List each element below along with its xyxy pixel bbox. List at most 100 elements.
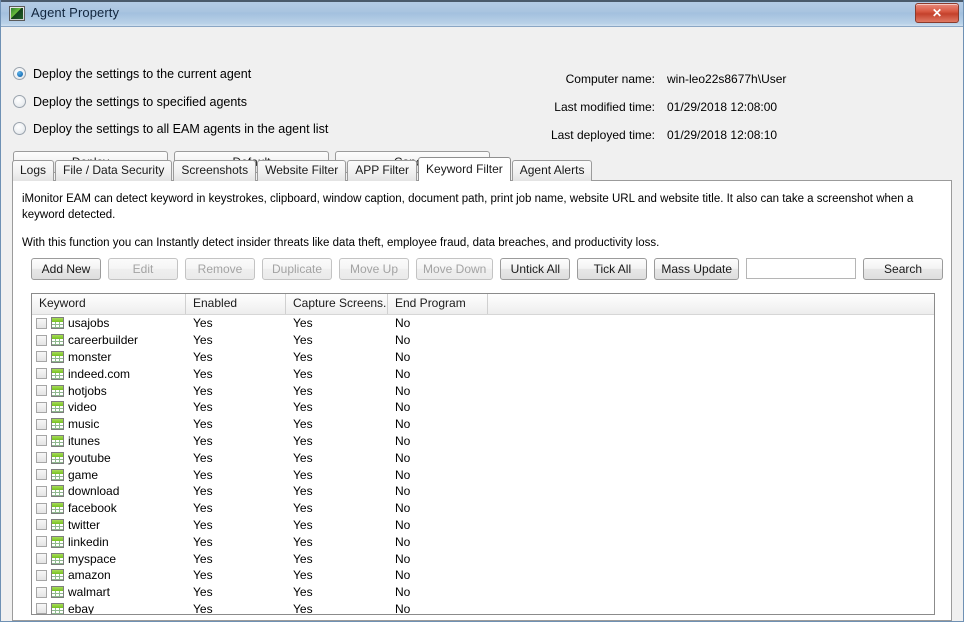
table-row[interactable]: indeed.com Yes Yes No bbox=[32, 365, 934, 382]
table-row[interactable]: download Yes Yes No bbox=[32, 483, 934, 500]
tab-agent-alerts[interactable]: Agent Alerts bbox=[511, 160, 593, 181]
tab-file-data-security[interactable]: File / Data Security bbox=[55, 160, 173, 181]
table-row[interactable]: twitter Yes Yes No bbox=[32, 517, 934, 534]
deploy-option-all-agents[interactable]: Deploy the settings to all EAM agents in… bbox=[13, 122, 328, 140]
radio-icon-all-agents[interactable] bbox=[13, 122, 26, 135]
cell-keyword: video bbox=[68, 400, 97, 415]
radio-icon-specified-agents[interactable] bbox=[13, 95, 26, 108]
remove-button: Remove bbox=[185, 258, 255, 280]
cell-end-program: No bbox=[395, 349, 411, 364]
radio-icon-current-agent[interactable] bbox=[13, 67, 26, 80]
row-checkbox[interactable] bbox=[36, 385, 47, 397]
keyword-icon bbox=[51, 334, 64, 347]
row-checkbox[interactable] bbox=[36, 553, 47, 565]
tab-keyword-filter[interactable]: Keyword Filter bbox=[418, 157, 511, 181]
row-checkbox[interactable] bbox=[36, 351, 47, 363]
table-row[interactable]: careerbuilder Yes Yes No bbox=[32, 332, 934, 349]
window-title: Agent Property bbox=[31, 5, 120, 20]
cell-capture: Yes bbox=[293, 551, 313, 566]
keyword-icon bbox=[51, 602, 64, 614]
move-up-button: Move Up bbox=[339, 258, 409, 280]
grid-header-row: Keyword Enabled Capture Screens... End P… bbox=[32, 294, 934, 315]
cell-keyword: usajobs bbox=[68, 316, 110, 331]
tab-website-filter[interactable]: Website Filter bbox=[257, 160, 347, 181]
cell-end-program: No bbox=[395, 467, 411, 482]
tab-logs[interactable]: Logs bbox=[12, 160, 55, 181]
tab-app-filter[interactable]: APP Filter bbox=[347, 160, 418, 181]
search-button[interactable]: Search bbox=[863, 258, 944, 280]
cell-end-program: No bbox=[395, 316, 411, 331]
title-bar: Agent Property ✕ bbox=[1, 0, 963, 27]
cell-end-program: No bbox=[395, 484, 411, 499]
row-checkbox[interactable] bbox=[36, 435, 47, 447]
row-checkbox[interactable] bbox=[36, 317, 47, 329]
table-row[interactable]: linkedin Yes Yes No bbox=[32, 533, 934, 550]
info-row-computer-name: Computer name: win-leo22s8677h\User bbox=[543, 65, 963, 93]
tab-screenshots[interactable]: Screenshots bbox=[173, 160, 257, 181]
cell-capture: Yes bbox=[293, 450, 313, 465]
row-checkbox[interactable] bbox=[36, 401, 47, 413]
row-checkbox[interactable] bbox=[36, 603, 47, 614]
table-row[interactable]: game Yes Yes No bbox=[32, 466, 934, 483]
table-row[interactable]: monster Yes Yes No bbox=[32, 349, 934, 366]
row-checkbox[interactable] bbox=[36, 334, 47, 346]
cell-end-program: No bbox=[395, 333, 411, 348]
description-paragraph-2: With this function you can Instantly det… bbox=[22, 237, 660, 249]
tick-all-button[interactable]: Tick All bbox=[577, 258, 648, 280]
cell-capture: Yes bbox=[293, 568, 313, 583]
untick-all-button[interactable]: Untick All bbox=[500, 258, 571, 280]
table-row[interactable]: youtube Yes Yes No bbox=[32, 449, 934, 466]
info-value: win-leo22s8677h\User bbox=[667, 72, 787, 86]
cell-enabled: Yes bbox=[193, 534, 213, 549]
cell-keyword: facebook bbox=[68, 501, 117, 516]
row-checkbox[interactable] bbox=[36, 469, 47, 481]
row-checkbox[interactable] bbox=[36, 519, 47, 531]
table-row[interactable]: video Yes Yes No bbox=[32, 399, 934, 416]
column-header-end-program[interactable]: End Program bbox=[388, 294, 488, 314]
keyword-icon bbox=[51, 569, 64, 582]
cell-keyword: monster bbox=[68, 349, 112, 364]
search-input[interactable] bbox=[746, 258, 857, 279]
row-checkbox[interactable] bbox=[36, 536, 47, 548]
cell-capture: Yes bbox=[293, 467, 313, 482]
row-checkbox[interactable] bbox=[36, 586, 47, 598]
table-row[interactable]: myspace Yes Yes No bbox=[32, 550, 934, 567]
keyword-icon bbox=[51, 485, 64, 498]
table-row[interactable]: ebay Yes Yes No bbox=[32, 601, 934, 615]
cell-end-program: No bbox=[395, 501, 411, 516]
column-header-enabled[interactable]: Enabled bbox=[186, 294, 286, 314]
cell-enabled: Yes bbox=[193, 316, 213, 331]
close-icon[interactable]: ✕ bbox=[915, 3, 959, 23]
cell-keyword: indeed.com bbox=[68, 366, 131, 381]
table-row[interactable]: itunes Yes Yes No bbox=[32, 433, 934, 450]
cell-enabled: Yes bbox=[193, 551, 213, 566]
row-checkbox[interactable] bbox=[36, 452, 47, 464]
cell-keyword: ebay bbox=[68, 601, 95, 615]
table-row[interactable]: music Yes Yes No bbox=[32, 416, 934, 433]
table-row[interactable]: usajobs Yes Yes No bbox=[32, 315, 934, 332]
cell-keyword: twitter bbox=[68, 517, 101, 532]
deploy-option-current-agent[interactable]: Deploy the settings to the current agent bbox=[13, 67, 251, 85]
keyword-grid[interactable]: Keyword Enabled Capture Screens... End P… bbox=[31, 293, 935, 615]
cell-end-program: No bbox=[395, 433, 411, 448]
row-checkbox[interactable] bbox=[36, 368, 47, 380]
column-header-capture[interactable]: Capture Screens... bbox=[286, 294, 388, 314]
add-new-button[interactable]: Add New bbox=[31, 258, 101, 280]
table-row[interactable]: walmart Yes Yes No bbox=[32, 584, 934, 601]
deploy-option-specified-agents[interactable]: Deploy the settings to specified agents bbox=[13, 95, 247, 113]
row-checkbox[interactable] bbox=[36, 418, 47, 430]
cell-keyword: hotjobs bbox=[68, 383, 107, 398]
deploy-panel: Deploy the settings to the current agent… bbox=[1, 27, 963, 173]
row-checkbox[interactable] bbox=[36, 502, 47, 514]
cell-end-program: No bbox=[395, 601, 411, 615]
row-checkbox[interactable] bbox=[36, 485, 47, 497]
cell-capture: Yes bbox=[293, 433, 313, 448]
keyword-filter-panel: iMonitor EAM can detect keyword in keyst… bbox=[12, 180, 952, 621]
table-row[interactable]: facebook Yes Yes No bbox=[32, 500, 934, 517]
table-row[interactable]: amazon Yes Yes No bbox=[32, 567, 934, 584]
column-header-keyword[interactable]: Keyword bbox=[32, 294, 186, 314]
table-row[interactable]: hotjobs Yes Yes No bbox=[32, 382, 934, 399]
row-checkbox[interactable] bbox=[36, 569, 47, 581]
cell-end-program: No bbox=[395, 417, 411, 432]
mass-update-button[interactable]: Mass Update bbox=[654, 258, 740, 280]
